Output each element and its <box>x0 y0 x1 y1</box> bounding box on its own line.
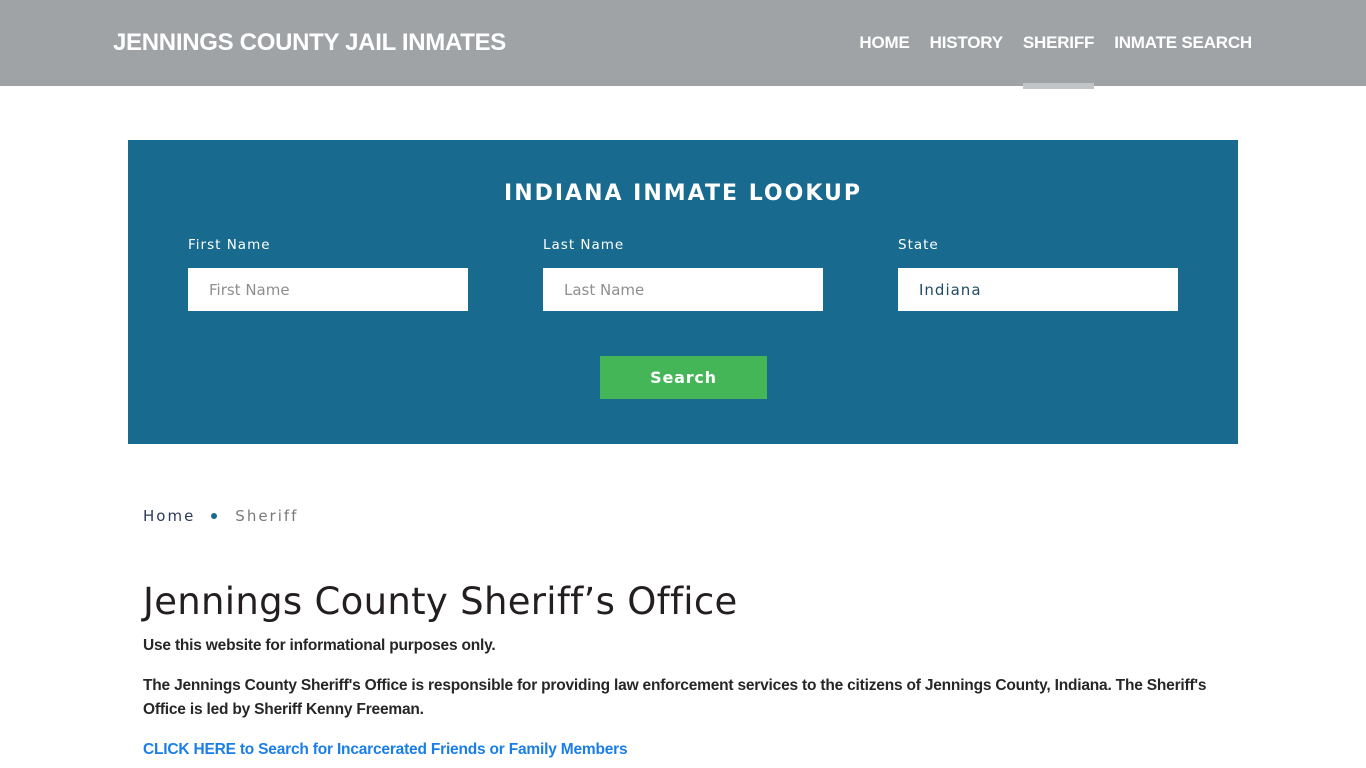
disclaimer-text: Use this website for informational purpo… <box>143 637 496 654</box>
state-label: State <box>898 237 939 253</box>
first-name-label: First Name <box>188 237 271 253</box>
page-title: Jennings County Sheriff’s Office <box>143 580 738 623</box>
state-input[interactable] <box>898 268 1178 311</box>
description-text: The Jennings County Sheriff's Office is … <box>143 677 1207 718</box>
breadcrumb-home[interactable]: Home <box>143 507 195 525</box>
site-logo-link[interactable]: JENNINGS COUNTY JAIL INMATES <box>113 29 506 57</box>
breadcrumb-separator-dot-icon <box>211 513 218 519</box>
nav-sheriff[interactable]: SHERIFF <box>1022 0 1095 89</box>
last-name-label: Last Name <box>543 237 625 253</box>
breadcrumb: Home Sheriff <box>143 507 298 525</box>
breadcrumb-current: Sheriff <box>235 507 299 525</box>
nav-home[interactable]: HOME <box>859 0 909 86</box>
nav-history[interactable]: HISTORY <box>930 0 1003 86</box>
lookup-title: INDIANA INMATE LOOKUP <box>504 181 862 206</box>
search-inmates-link[interactable]: CLICK HERE to Search for Incarcerated Fr… <box>143 738 628 762</box>
search-button[interactable]: Search <box>600 356 767 399</box>
first-name-input[interactable] <box>188 268 468 311</box>
site-header: JENNINGS COUNTY JAIL INMATES HOME HISTOR… <box>0 0 1366 89</box>
main-nav: HOME HISTORY SHERIFF INMATE SEARCH <box>839 0 1252 89</box>
last-name-input[interactable] <box>543 268 823 311</box>
nav-inmate-search[interactable]: INMATE SEARCH <box>1114 0 1252 86</box>
